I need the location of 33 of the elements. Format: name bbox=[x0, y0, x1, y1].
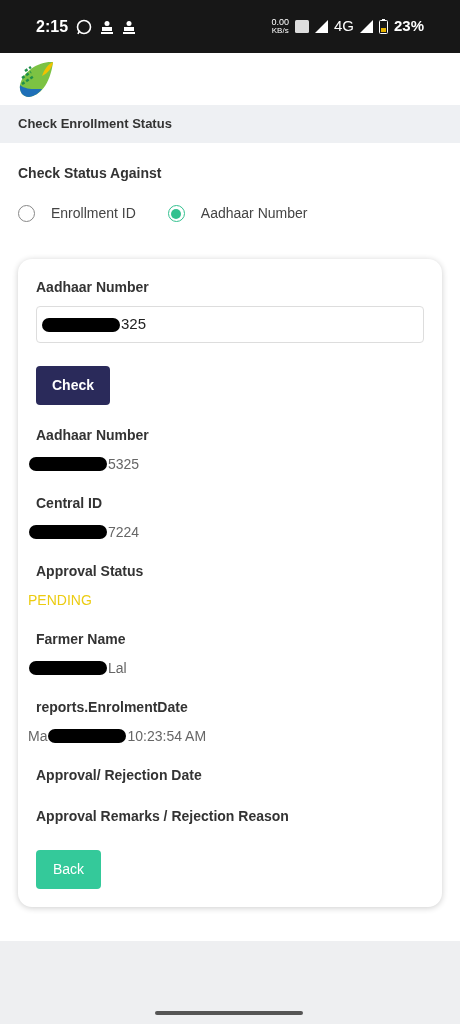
person-icon bbox=[122, 19, 137, 34]
detail-label: Farmer Name bbox=[36, 630, 127, 649]
detail-label: Approval Status bbox=[36, 562, 145, 581]
detail-label: Aadhaar Number bbox=[36, 426, 150, 445]
section-label: Check Status Against bbox=[18, 164, 163, 183]
detail-value: Ma bbox=[28, 726, 48, 746]
detail-label: reports.EnrolmentDate bbox=[36, 698, 189, 717]
leaf-logo-icon bbox=[17, 59, 55, 99]
aadhaar-input[interactable]: 325 bbox=[36, 306, 424, 343]
detail-label: Approval/ Rejection Date bbox=[36, 766, 203, 785]
person-icon bbox=[100, 19, 115, 34]
field-label: Aadhaar Number bbox=[36, 278, 150, 297]
detail-label: Approval Remarks / Rejection Reason bbox=[36, 807, 290, 826]
page-title: Check Enrollment Status bbox=[18, 115, 172, 134]
battery-icon bbox=[378, 19, 388, 34]
battery-level: 23% bbox=[393, 16, 424, 37]
data-speed: 0.00 bbox=[271, 18, 289, 27]
detail-value: 5325 bbox=[108, 454, 140, 474]
speed-unit: KB/s bbox=[271, 27, 289, 35]
detail-value: Lal bbox=[108, 658, 127, 678]
detail-label: Central ID bbox=[36, 494, 104, 513]
detail-value: 7224 bbox=[108, 522, 140, 542]
signal-icon bbox=[314, 20, 328, 33]
clock-time: 2:15 bbox=[36, 16, 69, 37]
check-button[interactable]: Check bbox=[36, 366, 111, 405]
chat-icon bbox=[76, 18, 93, 35]
signal-icon bbox=[359, 20, 373, 33]
radio-label[interactable]: Aadhaar Number bbox=[200, 203, 308, 224]
detail-value: PENDING bbox=[28, 590, 92, 610]
detail-value: 10:23:54 AM bbox=[127, 726, 207, 746]
radio-label[interactable]: Enrollment ID bbox=[51, 203, 136, 224]
network-type: 4G bbox=[333, 16, 354, 37]
field-value: 325 bbox=[121, 314, 147, 335]
